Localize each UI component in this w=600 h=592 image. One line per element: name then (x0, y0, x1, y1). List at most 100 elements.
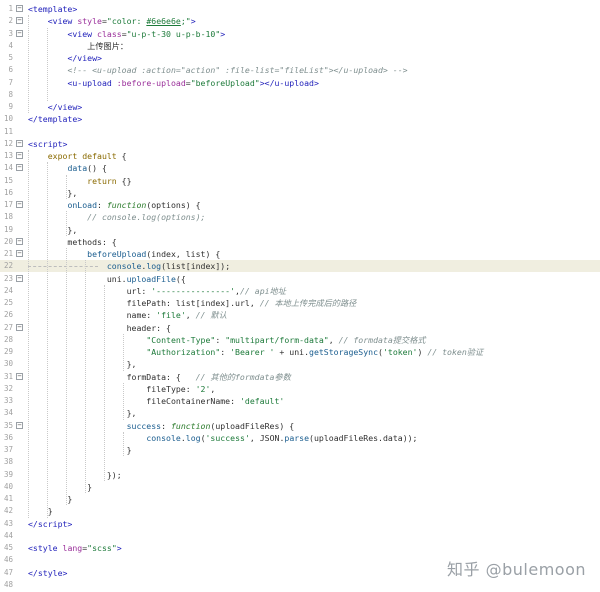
code-text: }, (28, 408, 137, 419)
code-line[interactable]: 12− <script> (0, 138, 600, 150)
code-text: console.log('success', JSON.parse(upload… (146, 432, 418, 443)
code-line[interactable]: 17− onLoad: function(options) { (0, 199, 600, 211)
indent-guide (28, 15, 29, 114)
code-line[interactable]: 35− success: function(uploadFileRes) { (0, 420, 600, 432)
code-line[interactable]: 48 (0, 579, 600, 591)
line-number: 3 (8, 28, 13, 38)
line-number: 28 (3, 334, 13, 344)
code-line[interactable]: 31− formData: { // 其他的formdata参数 (0, 371, 600, 383)
line-number: 13 (3, 151, 13, 160)
code-line[interactable]: 41 } (0, 493, 600, 505)
code-line[interactable]: 6 <!-- <u-upload :action="action" :file-… (0, 64, 600, 76)
code-text: beforeUpload(index, list) { (87, 249, 221, 259)
code-line[interactable]: 33 fileContainerName: 'default' (0, 395, 600, 407)
code-line[interactable]: 28 "Content-Type": "multipart/form-data"… (0, 334, 600, 346)
code-line[interactable]: 15 return {} (0, 175, 600, 187)
code-line[interactable]: 23− uni.uploadFile({ (0, 273, 600, 285)
line-number: 16 (3, 187, 13, 197)
indent-guide (28, 150, 29, 518)
line-number: 42 (3, 506, 13, 516)
code-line[interactable]: 24 url: '---------------',// api地址 (0, 285, 600, 297)
indent-guide (66, 174, 67, 199)
fold-toggle-icon[interactable]: − (16, 29, 23, 37)
line-number: 25 (3, 298, 13, 307)
fold-toggle-icon[interactable]: − (16, 274, 23, 282)
line-number: 29 (3, 347, 13, 356)
line-number: 12 (3, 138, 13, 148)
line-number: 18 (3, 212, 13, 222)
code-line[interactable]: 42 } (0, 505, 600, 517)
code-text: }, (28, 224, 78, 235)
code-line[interactable]: 44 (0, 530, 600, 542)
fold-toggle-icon[interactable]: − (16, 237, 23, 245)
fold-toggle-icon[interactable]: − (16, 139, 23, 147)
code-line[interactable]: 27− header: { (0, 322, 600, 334)
code-line[interactable]: 30 }, (0, 358, 600, 370)
code-text: "Authorization": 'Bearer ' + uni.getStor… (146, 347, 484, 357)
code-line[interactable]: 5 </view> (0, 52, 600, 64)
code-line[interactable]: 1− <template> (0, 3, 600, 15)
code-text: // console.log(options); (87, 212, 206, 223)
indent-guide (85, 260, 86, 493)
code-line[interactable]: 3− <view class="u-p-t-30 u-p-b-10"> (0, 28, 600, 40)
code-text: <view style="color: #6e6e6e;"> (47, 16, 196, 27)
code-line[interactable]: 39 }); (0, 469, 600, 481)
fold-toggle-icon[interactable]: − (16, 152, 23, 159)
code-line[interactable]: 7 <u-upload :before-upload="beforeUpload… (0, 77, 600, 89)
code-line[interactable]: 19 }, (0, 224, 600, 236)
line-number: 39 (3, 469, 13, 479)
code-text: <u-upload :before-upload="beforeUpload">… (67, 77, 319, 88)
line-number: 38 (3, 457, 13, 467)
fold-toggle-icon[interactable]: − (16, 421, 23, 429)
code-line[interactable]: 9 </view> (0, 101, 600, 113)
line-number: 47 (3, 567, 13, 577)
code-line[interactable]: 2− <view style="color: #6e6e6e;"> (0, 15, 600, 27)
line-number: 43 (3, 518, 13, 528)
code-line[interactable]: 18 // console.log(options); (0, 211, 600, 223)
code-line[interactable]: 43 </script> (0, 518, 600, 530)
code-line[interactable]: 14− data() { (0, 162, 600, 174)
fold-toggle-icon[interactable]: − (16, 201, 23, 208)
line-number: 10 (3, 114, 13, 124)
code-line[interactable]: 36 console.log('success', JSON.parse(upl… (0, 432, 600, 444)
line-number: 27 (3, 322, 13, 332)
code-editor[interactable]: 1− <template> 2− <view style="color: #6e6e… (0, 0, 600, 592)
code-line[interactable]: 11 (0, 126, 600, 138)
code-text: export default { (47, 151, 127, 161)
code-line[interactable]: 25 filePath: list[index].url, // 本地上传完成后… (0, 297, 600, 309)
code-line[interactable]: 32 fileType: '2', (0, 383, 600, 395)
code-line[interactable]: 4 上传图片： (0, 40, 600, 52)
line-number: 41 (3, 494, 13, 503)
fold-toggle-icon[interactable]: − (16, 5, 23, 12)
code-line[interactable]: 29 "Authorization": 'Bearer ' + uni.getS… (0, 346, 600, 358)
code-text: onLoad: function(options) { (67, 200, 201, 210)
code-line[interactable]: 37 } (0, 444, 600, 456)
code-line[interactable]: 21− beforeUpload(index, list) { (0, 248, 600, 260)
code-line[interactable]: 8 (0, 89, 600, 101)
line-number: 33 (3, 396, 13, 405)
code-line[interactable]: 40 } (0, 481, 600, 493)
line-number: 5 (8, 53, 13, 62)
fold-toggle-icon[interactable]: − (16, 323, 23, 331)
fold-toggle-icon[interactable]: − (16, 164, 23, 172)
line-number: 1 (8, 4, 13, 13)
code-text: } (28, 506, 53, 517)
code-line[interactable]: 20− methods: { (0, 236, 600, 248)
code-line[interactable]: 16 }, (0, 187, 600, 199)
code-text: data() { (67, 163, 107, 174)
line-number: 21 (3, 249, 13, 258)
code-line[interactable]: 34 }, (0, 407, 600, 419)
code-line[interactable]: 13− export default { (0, 150, 600, 162)
code-text: "Content-Type": "multipart/form-data", /… (146, 334, 426, 345)
code-text: methods: { (28, 236, 117, 247)
fold-toggle-icon[interactable]: − (16, 250, 23, 257)
fold-toggle-icon[interactable]: − (16, 372, 23, 380)
code-line[interactable]: 38 (0, 456, 600, 468)
code-text: </script> (28, 518, 73, 529)
code-line[interactable]: 10 </template> (0, 113, 600, 125)
line-number: 31 (3, 371, 13, 381)
code-line[interactable]: 45 <style lang="scss"> (0, 542, 600, 554)
fold-toggle-icon[interactable]: − (16, 17, 23, 25)
code-line[interactable]: 26 name: 'file', // 默认 (0, 309, 600, 321)
indent-guide (66, 211, 67, 236)
